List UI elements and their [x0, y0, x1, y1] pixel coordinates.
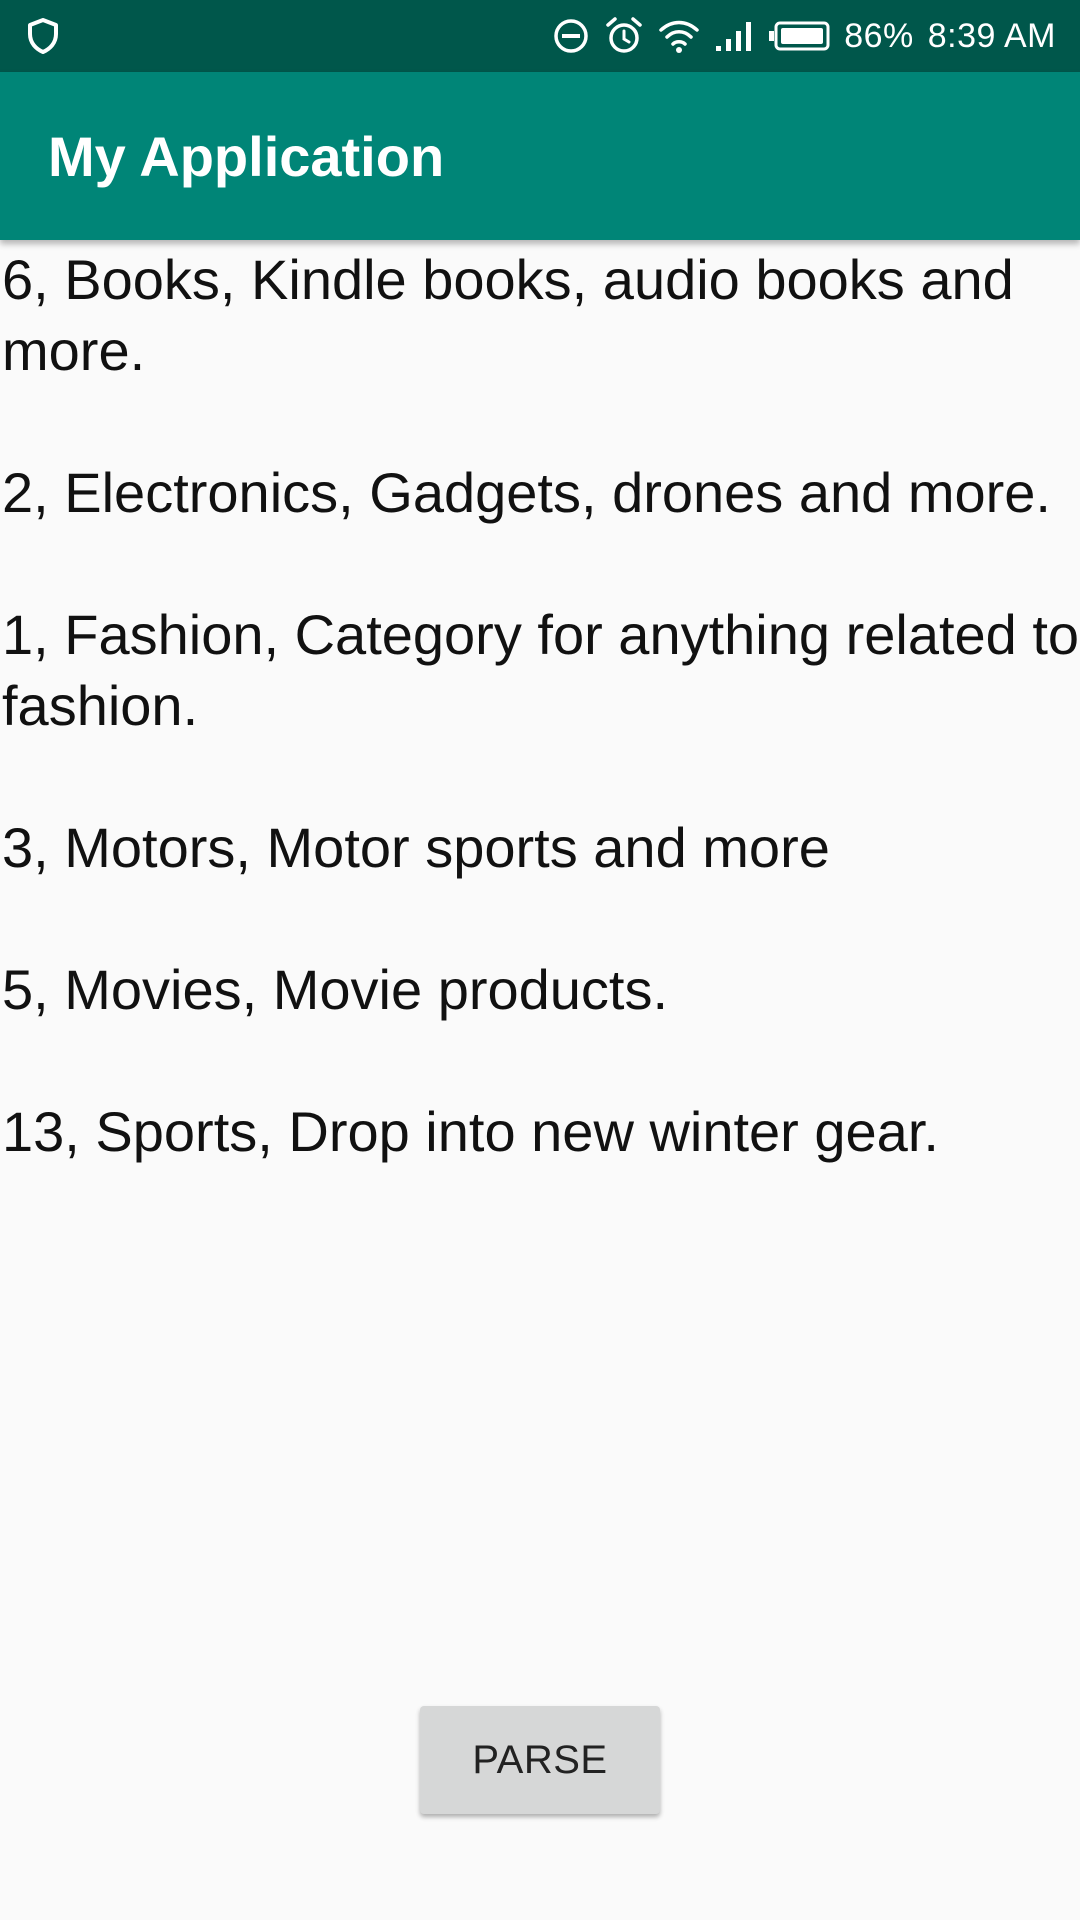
status-bar: 86% 8:39 AM — [0, 0, 1080, 72]
dnd-icon — [552, 17, 590, 55]
app-title: My Application — [48, 124, 445, 188]
signal-icon — [714, 19, 754, 53]
wifi-icon — [658, 17, 700, 55]
app-toolbar: My Application — [0, 72, 1080, 240]
alarm-icon — [604, 16, 644, 56]
parse-button[interactable]: PARSE — [420, 1706, 660, 1814]
app-screen: 86% 8:39 AM My Application 6, Books, Kin… — [0, 0, 1080, 1920]
clock-time: 8:39 AM — [927, 16, 1056, 55]
content-area: 6, Books, Kindle books, audio books and … — [0, 240, 1080, 1167]
category-list-text: 6, Books, Kindle books, audio books and … — [2, 248, 1080, 1163]
battery-percent: 86% — [844, 16, 914, 55]
battery-icon — [768, 21, 830, 51]
shield-icon — [26, 17, 60, 55]
